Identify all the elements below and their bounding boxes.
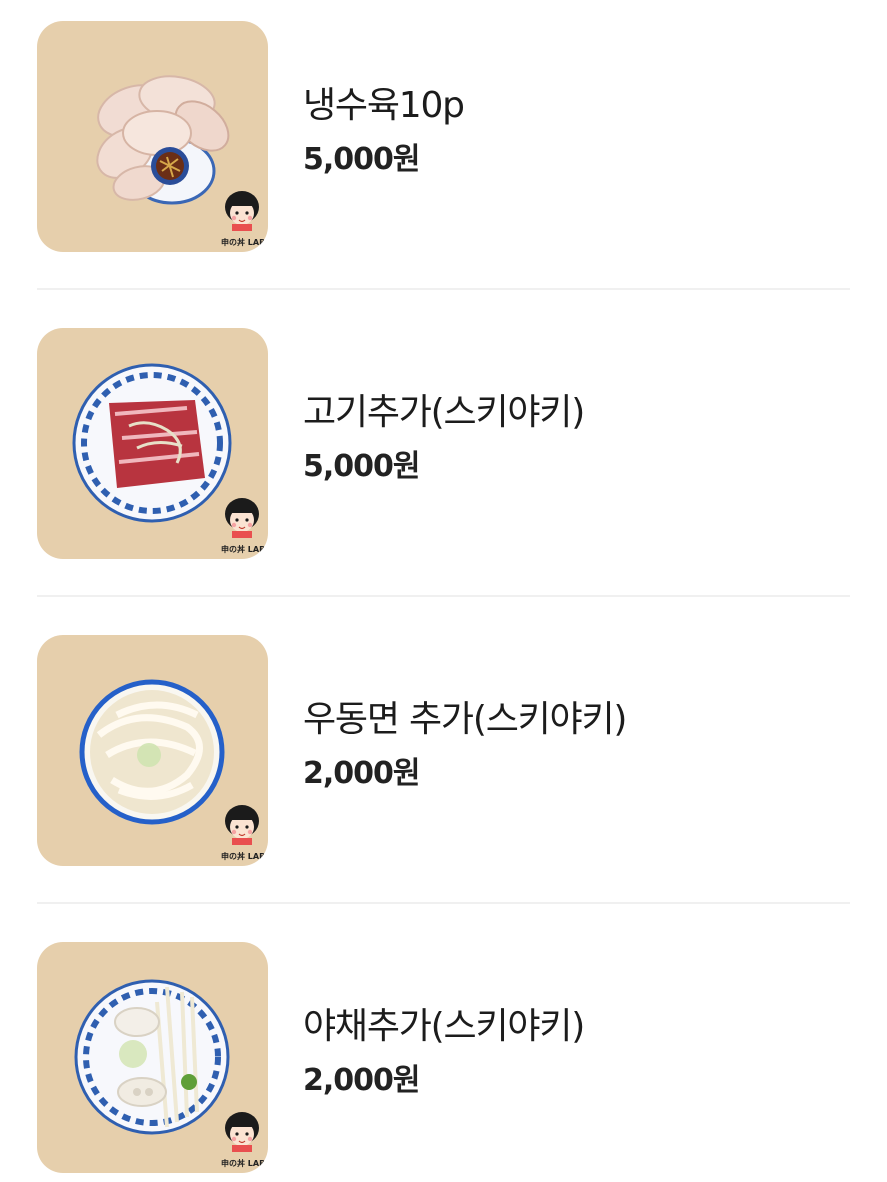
menu-item-price: 2,000원 xyxy=(303,756,421,791)
menu-item-name: 고기추가(스키야키) xyxy=(303,392,585,433)
menu-item-price: 5,000원 xyxy=(303,142,420,177)
svg-text:申の丼 LAB: 申の丼 LAB xyxy=(221,544,265,554)
menu-item-name: 우동면 추가(스키야키) xyxy=(303,699,627,740)
menu-item-image[interactable]: 申の丼 LAB xyxy=(37,942,268,1173)
menu-item-info: 야채추가(스키야키) 2,000원 xyxy=(303,1005,585,1099)
menu-item-info: 고기추가(스키야키) 5,000원 xyxy=(303,391,585,485)
menu-item[interactable]: 申の丼 LAB 냉수육10p 5,000원 xyxy=(0,21,887,252)
menu-item-image[interactable]: 申の丼 LAB xyxy=(37,635,268,866)
divider xyxy=(37,288,850,290)
menu-item-name: 야채추가(스키야키) xyxy=(303,1006,585,1047)
menu-item[interactable]: 申の丼 LAB 고기추가(스키야키) 5,000원 xyxy=(0,328,887,559)
menu-item-info: 우동면 추가(스키야키) 2,000원 xyxy=(303,698,627,792)
svg-text:申の丼 LAB: 申の丼 LAB xyxy=(221,851,265,861)
menu-item-price: 2,000원 xyxy=(303,1063,421,1098)
menu-item-image[interactable]: 申の丼 LAB xyxy=(37,328,268,559)
svg-text:申の丼 LAB: 申の丼 LAB xyxy=(221,1158,265,1168)
raw-beef-plate-icon: 申の丼 LAB xyxy=(72,363,265,554)
menu-item-image[interactable]: 申の丼 LAB xyxy=(37,21,268,252)
menu-item-name: 냉수육10p xyxy=(303,85,465,126)
menu-item[interactable]: 申の丼 LAB 야채추가(스키야키) 2,000원 xyxy=(0,942,887,1173)
udon-noodle-bowl-icon: 申の丼 LAB xyxy=(79,679,265,861)
boiled-pork-plate-icon: 申の丼 LAB xyxy=(96,75,265,247)
menu-item-info: 냉수육10p 5,000원 xyxy=(303,84,465,178)
divider xyxy=(37,595,850,597)
menu-item[interactable]: 申の丼 LAB 우동면 추가(스키야키) 2,000원 xyxy=(0,635,887,866)
divider xyxy=(37,902,850,904)
svg-text:申の丼 LAB: 申の丼 LAB xyxy=(221,237,265,247)
menu-item-price: 5,000원 xyxy=(303,449,421,484)
vegetable-plate-icon: 申の丼 LAB xyxy=(74,979,265,1168)
